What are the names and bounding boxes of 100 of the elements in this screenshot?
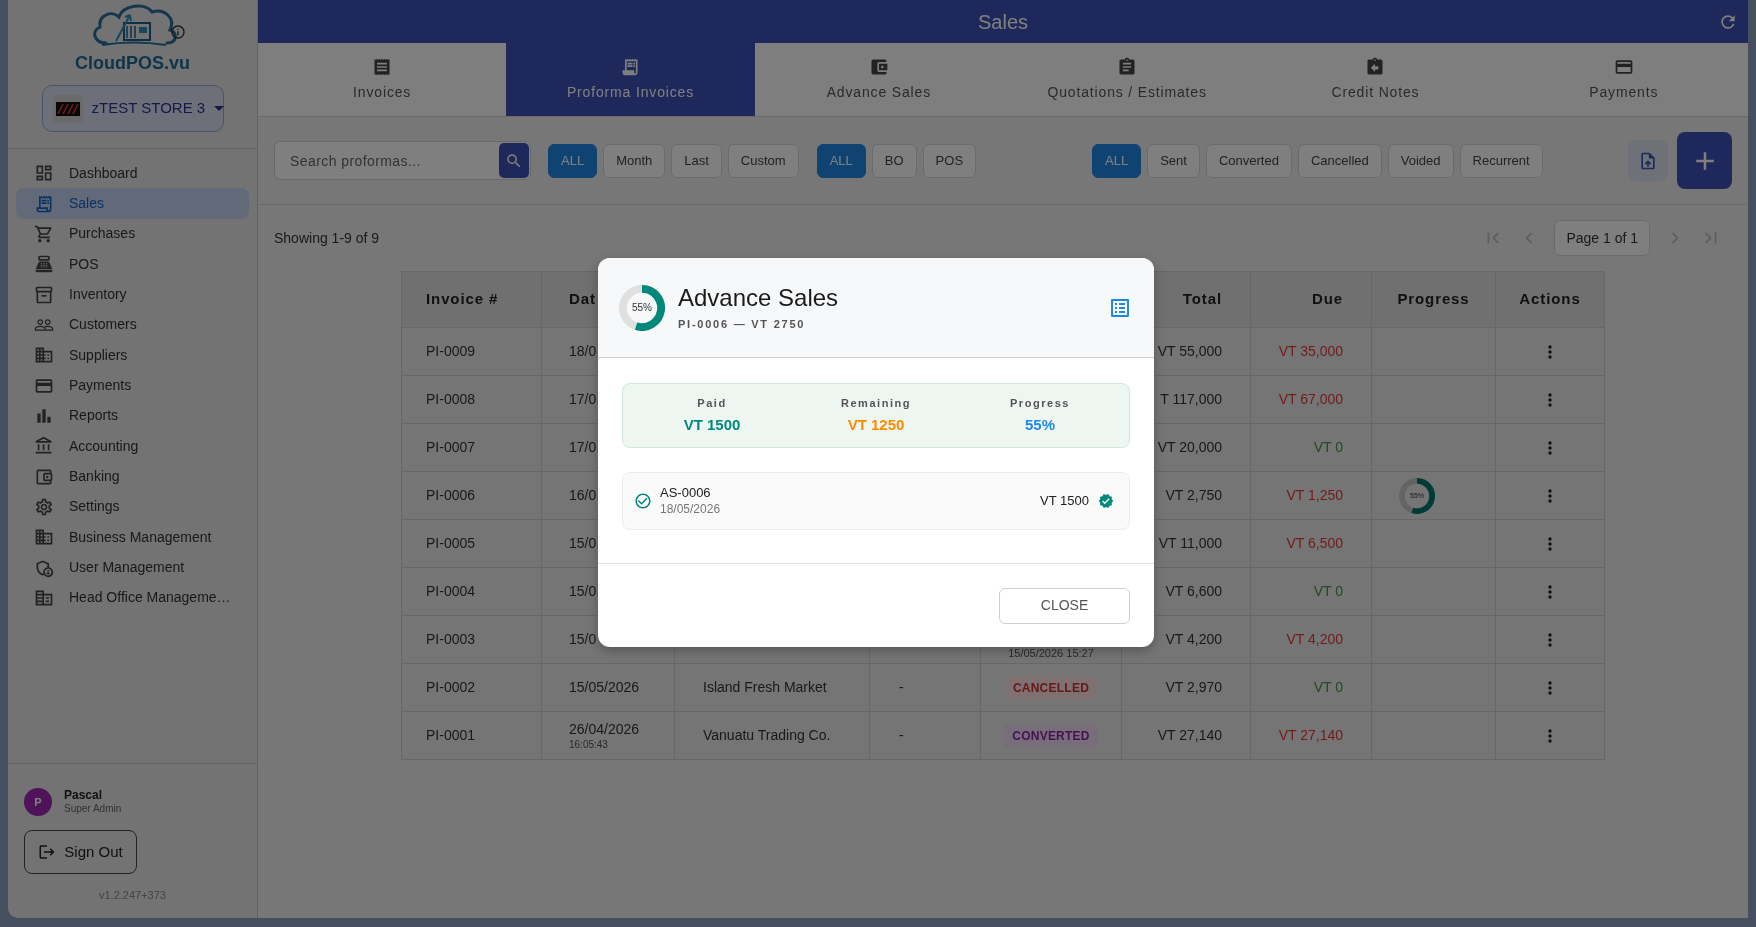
receipt-icon [620,57,641,77]
cell-text: PI-0007 [426,438,476,457]
bank-icon [34,436,54,457]
cell-text: VT 35,000 [1278,342,1343,361]
status-badge: CANCELLED [1004,675,1098,700]
cell-text: VT 0 [1313,438,1343,457]
store-selector[interactable]: zTEST STORE 3 [41,85,224,132]
close-button[interactable]: CLOSE [999,587,1130,624]
cell-text: 18/0 [569,342,597,361]
receipt-icon [34,193,54,214]
nav-item[interactable]: Payments [16,370,249,401]
dialog-subtitle: PI-0006 — VT 2750 [678,316,807,332]
settings-icon [34,496,54,517]
cell-text: VT 11,000 [1158,534,1222,553]
column-header: Invoice # [426,289,499,310]
cell-text: PI-0004 [426,582,476,601]
filter-chip[interactable]: ALL [548,143,598,178]
export-button[interactable] [1628,140,1668,181]
tab[interactable]: Advance Sales [754,43,1003,116]
page-title: Sales [978,9,1028,35]
cell-text: T 117,000 [1160,390,1222,409]
cell-text: 17/0 [569,438,597,457]
cell-text: VT 4,200 [1165,630,1222,649]
tab[interactable]: Invoices [258,43,507,116]
avatar: P [24,788,52,816]
filter-chip[interactable]: Last [671,143,722,178]
nav-item[interactable]: Suppliers [16,340,249,371]
archive-box-icon [34,284,54,305]
filter-chip[interactable]: Cancelled [1297,143,1382,178]
column-header: Total [1182,289,1222,310]
nav-item[interactable]: Accounting [16,431,249,462]
search-field[interactable]: Search proformas... [274,141,531,180]
cell-text: PI-0002 [426,678,476,697]
cell-text: VT 0 [1313,678,1343,697]
column-header: Progress [1397,289,1470,310]
nav-item[interactable]: Dashboard [16,158,249,189]
search-button[interactable] [499,143,529,178]
building-icon [34,345,54,366]
stat-label: Paid [697,395,727,411]
stat-value: VT 1500 [683,415,741,435]
info-icon[interactable] [169,24,186,40]
add-button[interactable] [1677,132,1732,189]
filter-chip[interactable]: ALL [816,143,866,178]
nav-item[interactable]: Banking [16,461,249,492]
clipboard-icon [1117,57,1138,77]
cell-text: PI-0003 [426,630,476,649]
cell-text: VT 4,200 [1286,630,1343,649]
building-icon [34,527,54,548]
stat-label: Progress [1010,395,1070,411]
progress-label: 55% [632,302,652,313]
time-text: 16:05:43 [569,738,608,751]
nav-item[interactable]: Head Office Manageme… [16,582,249,614]
nav-item[interactable]: Business Management [16,522,249,553]
office-building-icon [34,588,54,608]
stat-value: 55% [1025,415,1055,435]
filter-chip[interactable]: Recurrent [1459,143,1543,178]
stat-value: VT 1250 [847,415,905,435]
cell-text: VT 6,500 [1286,534,1343,553]
date-text: 26/04/2026 [569,720,640,738]
filter-chip[interactable]: POS [922,143,977,178]
nav-item[interactable]: Sales [16,188,249,219]
nav-item[interactable]: Reports [16,400,249,432]
nav-item[interactable]: Inventory [16,279,249,310]
cell-text: VT 1,250 [1286,486,1343,505]
cell-text: VT 55,000 [1157,342,1222,361]
dialog-title: Advance Sales [678,282,839,313]
filter-chip[interactable]: Sent [1147,143,1200,178]
cell-text: 17/0 [569,390,597,409]
cell-text: PI-0005 [426,534,476,553]
filter-chip[interactable]: BO [871,143,917,178]
filter-chip[interactable]: Month [603,143,666,178]
filter-chip[interactable]: Converted [1205,143,1292,178]
filter-chip[interactable]: Custom [727,143,799,178]
payment-date: 18/05/2026 [660,501,721,517]
cell-text: PI-0009 [426,342,476,361]
nav-item[interactable]: Settings [16,491,249,523]
cell-text: 15/0 [569,582,597,601]
sign-out-icon [38,843,57,861]
filter-chip[interactable]: ALL [1092,143,1142,178]
sign-out-button[interactable]: Sign Out [24,830,137,874]
cell-text: VT 6,600 [1165,582,1222,601]
tab[interactable]: Credit Notes [1251,43,1500,116]
clipboard-arrow-icon [1365,57,1386,77]
cell-text: Vanuatu Trading Co. [703,726,831,745]
nav-item[interactable]: Customers [16,309,249,341]
cart-icon [34,223,54,244]
cell-text: - [899,726,904,745]
cell-text: VT 27,140 [1157,726,1222,745]
timestamp-text: 15/05/2026 15:27 [1008,647,1094,660]
nav-item[interactable]: Purchases [16,218,249,250]
cell-text: 15/0 [569,630,597,649]
filter-chip[interactable]: Voided [1387,143,1454,178]
cell-text: VT 0 [1313,582,1343,601]
cash-register-icon [34,254,54,275]
nav-item[interactable]: User Management [16,552,249,583]
caret-icon [214,106,225,111]
tab[interactable]: Quotations / Estimates [1003,43,1252,116]
nav-item[interactable]: POS [16,249,249,280]
tab[interactable]: Payments [1499,43,1748,116]
tab[interactable]: Proforma Invoices [506,43,755,116]
